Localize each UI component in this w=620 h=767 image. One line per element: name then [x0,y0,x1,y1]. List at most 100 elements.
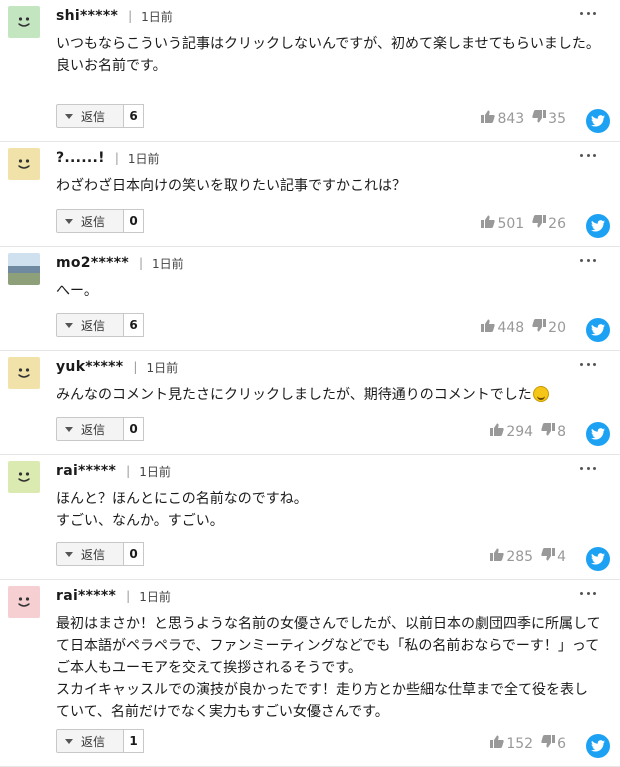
more-dots-icon[interactable] [580,465,596,471]
comment-item: mo2***** | 1日前 へー。 返信 6 448 20 [0,247,620,351]
caret-down-icon [65,738,73,744]
avatar[interactable] [8,253,40,285]
avatar[interactable] [8,6,40,38]
comment-header: rai***** | 1日前 [56,460,171,482]
divider: | [128,9,133,23]
more-dots-icon[interactable] [580,10,596,16]
reply-controls: 返信 1 [56,729,144,755]
thumbs-down-icon [541,423,557,440]
username[interactable]: mo2***** [56,255,129,271]
dislike-count: 35 [548,110,566,127]
comment-text: 最初はまさか！と思うような名前の女優さんでしたが、以前日本の劇団四季に所属してて… [56,616,601,720]
timestamp: 1日前 [139,464,171,479]
dislike-button[interactable]: 8 [541,423,566,440]
twitter-icon[interactable] [586,547,610,571]
comment-text: みんなのコメント見たさにクリックしましたが、期待通りのコメントでした [56,384,601,406]
timestamp: 1日前 [152,256,184,271]
reply-button[interactable]: 返信 [56,542,124,566]
avatar[interactable] [8,461,40,493]
like-button[interactable]: 448 [481,319,524,336]
comment-text: へー。 [56,283,98,299]
comment-item: rai***** | 1日前 最初はまさか！と思うような名前の女優さんでしたが、… [0,580,620,767]
more-dots-icon[interactable] [580,361,596,367]
caret-down-icon [65,218,73,224]
reply-button[interactable]: 返信 [56,209,124,233]
thumbs-down-icon [541,548,557,565]
reply-button[interactable]: 返信 [56,417,124,441]
dislike-button[interactable]: 26 [532,215,566,232]
reply-label: 返信 [81,422,106,437]
reply-button[interactable]: 返信 [56,104,124,128]
thumbs-up-icon [490,548,506,565]
like-count: 501 [497,215,525,232]
username[interactable]: rai***** [56,588,116,604]
thumbs-down-icon [532,110,548,127]
vote-controls: 843 35 [481,110,566,127]
twitter-icon[interactable] [586,214,610,238]
comment-item: ?......! | 1日前 わざわざ日本向けの笑いを取りたい記事ですかこれは？… [0,142,620,247]
dislike-count: 26 [548,215,566,232]
thumbs-up-icon [490,423,506,440]
twitter-icon[interactable] [586,734,610,758]
reply-label: 返信 [81,318,106,333]
timestamp: 1日前 [139,589,171,604]
thumbs-down-icon [541,735,557,752]
reply-count: 6 [124,313,144,337]
thumbs-up-icon [481,319,497,336]
divider: | [133,360,138,374]
username[interactable]: ?......! [56,150,105,166]
avatar[interactable] [8,586,40,618]
reply-button[interactable]: 返信 [56,729,124,753]
vote-controls: 294 8 [490,423,566,440]
reply-count: 0 [124,209,144,233]
dislike-button[interactable]: 4 [541,548,566,565]
vote-controls: 152 6 [490,735,566,752]
like-count: 294 [506,423,534,440]
divider: | [114,151,119,165]
more-dots-icon[interactable] [580,590,596,596]
twitter-icon[interactable] [586,109,610,133]
reply-count: 0 [124,417,144,441]
divider: | [138,256,144,270]
dislike-count: 20 [548,319,566,336]
comment-text: わざわざ日本向けの笑いを取りたい記事ですかこれは？ [56,178,406,194]
more-dots-icon[interactable] [580,257,596,263]
reply-button[interactable]: 返信 [56,313,124,337]
like-button[interactable]: 294 [490,423,533,440]
reply-label: 返信 [81,109,106,124]
username[interactable]: shi***** [56,8,118,24]
username[interactable]: yuk***** [56,359,123,375]
like-count: 843 [497,110,525,127]
comment-item: rai***** | 1日前 ほんと？ほんとにこの名前なのですね。 すごい、なん… [0,455,620,580]
twitter-icon[interactable] [586,422,610,446]
vote-controls: 448 20 [481,319,566,336]
reply-count: 1 [124,729,144,753]
avatar[interactable] [8,148,40,180]
comment-item: shi***** | 1日前 いつもならこういう記事はクリックしないんですが、初… [0,0,620,142]
thumbs-up-icon [481,110,497,127]
dislike-button[interactable]: 35 [532,110,566,127]
reply-count: 6 [124,104,144,128]
like-button[interactable]: 843 [481,110,524,127]
dislike-count: 8 [557,423,566,440]
reply-controls: 返信 6 [56,104,144,130]
more-dots-icon[interactable] [580,152,596,158]
comment-header: yuk***** | 1日前 [56,356,178,378]
thumbs-up-icon [490,735,506,752]
reply-label: 返信 [81,734,106,749]
like-button[interactable]: 501 [481,215,524,232]
avatar[interactable] [8,357,40,389]
caret-down-icon [65,322,73,328]
reply-label: 返信 [81,214,106,229]
like-button[interactable]: 152 [490,735,533,752]
comment-item: yuk***** | 1日前 みんなのコメント見たさにクリックしましたが、期待通… [0,351,620,455]
dislike-button[interactable]: 20 [532,319,566,336]
dislike-button[interactable]: 6 [541,735,566,752]
username[interactable]: rai***** [56,463,116,479]
comment-header: ?......! | 1日前 [56,147,160,169]
vote-controls: 501 26 [481,215,566,232]
comment-text: ほんと？ほんとにこの名前なのですね。 すごい、なんか。すごい。 [56,491,308,529]
reply-controls: 返信 0 [56,209,144,235]
twitter-icon[interactable] [586,318,610,342]
like-button[interactable]: 285 [490,548,533,565]
